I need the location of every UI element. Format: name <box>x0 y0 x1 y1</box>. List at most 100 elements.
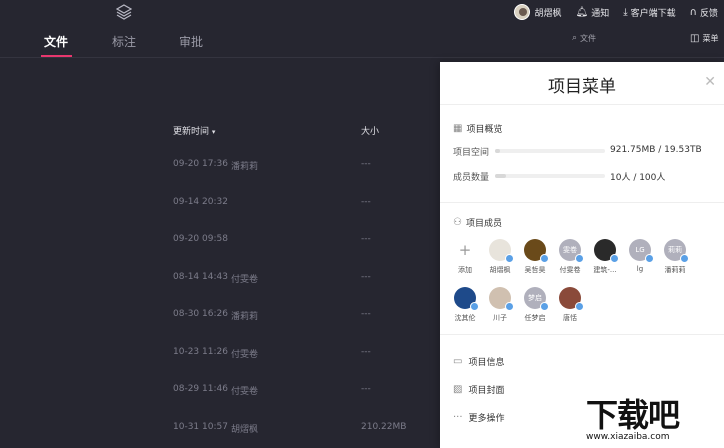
column-header-size[interactable]: 大小 <box>361 124 379 137</box>
table-row[interactable]: 09-20 09:58 --- <box>173 234 433 248</box>
table-row[interactable]: 10-23 11:26 付雯卷 --- <box>173 347 433 361</box>
member-name: 建筑-... <box>593 266 617 274</box>
image-icon: ▨ <box>453 384 463 395</box>
project-cover-item[interactable]: ▨ 项目封面 <box>453 383 504 396</box>
members-count-value: 10人 / 100人 <box>610 173 666 183</box>
more-actions-item[interactable]: ··· 更多操作 <box>453 411 505 424</box>
row-user: 潘莉莉 <box>231 162 259 172</box>
column-header-updated-label: 更新时间 <box>173 127 210 137</box>
member-badge-icon <box>540 254 549 263</box>
member-name: lg <box>636 265 644 273</box>
feedback-label: 反馈 <box>699 8 718 19</box>
space-value: 921.75MB / 19.53TB <box>610 145 702 155</box>
table-row[interactable]: 08-29 11:46 付雯卷 --- <box>173 384 433 398</box>
avatar: 梦启 <box>524 287 549 311</box>
row-time: 08-30 16:26 <box>173 309 228 319</box>
divider <box>440 202 724 203</box>
close-icon[interactable]: ✕ <box>704 74 716 90</box>
project-info-label: 项目信息 <box>468 358 505 368</box>
sort-down-icon: ▾ <box>211 128 216 136</box>
top-bar: 胡熠枫 🔔︎ 通知 ⤓ 客户端下载 ∩ 反馈 <box>0 0 724 24</box>
bell-icon: 🔔︎ <box>575 6 589 18</box>
member-item[interactable]: 唐恬 <box>550 287 590 323</box>
search-icon: ⌕ <box>572 33 578 43</box>
watermark-url: www.xiazaiba.com <box>586 432 670 442</box>
row-size: --- <box>361 159 371 169</box>
menu-button[interactable]: ◫ 菜单 <box>690 33 718 44</box>
folder-icon: ▭ <box>453 356 463 367</box>
watermark-text: 下载吧 <box>586 396 680 434</box>
member-item[interactable]: 胡熠枫 <box>480 239 520 275</box>
member-badge-icon <box>680 254 689 263</box>
member-badge-icon <box>505 254 514 263</box>
search-input[interactable]: ⌕ 文件 <box>566 29 672 47</box>
overview-title: ▦ 项目概览 <box>453 122 502 135</box>
tab-annotations[interactable]: 标注 <box>112 33 136 50</box>
avatar <box>489 287 514 311</box>
members-count-label: 成员数量 <box>453 173 490 183</box>
member-item[interactable]: 川子 <box>480 287 520 323</box>
members-progress-bar <box>495 174 605 178</box>
row-time: 09-20 09:58 <box>173 234 228 244</box>
members-title-label: 项目成员 <box>465 219 502 229</box>
member-badge-icon <box>505 302 514 311</box>
space-progress-fill <box>495 149 501 153</box>
feedback-button[interactable]: ∩ 反馈 <box>690 6 718 19</box>
space-label: 项目空间 <box>453 148 490 158</box>
avatar <box>559 287 584 311</box>
panel-title: 项目菜单 <box>548 77 616 97</box>
member-item[interactable]: 吴哲昊 <box>515 239 555 275</box>
row-time: 10-23 11:26 <box>173 346 228 357</box>
avatar <box>489 239 514 263</box>
avatar: 雯卷 <box>559 239 584 263</box>
member-item[interactable]: 建筑-... <box>585 239 625 275</box>
notify-button[interactable]: 🔔︎ 通知 <box>576 6 610 19</box>
member-item[interactable]: 沈其伦 <box>445 287 485 323</box>
divider <box>440 334 724 335</box>
overview-title-label: 项目概览 <box>466 125 503 135</box>
table-row[interactable]: 09-14 20:32 --- <box>173 197 433 211</box>
table-row[interactable]: 08-30 16:26 潘莉莉 --- <box>173 309 433 323</box>
avatar <box>524 239 549 263</box>
add-member-button[interactable]: + 添加 <box>445 239 485 275</box>
client-download-label: 客户端下载 <box>630 8 676 19</box>
avatar: LG <box>629 239 654 263</box>
avatar: 莉莉 <box>664 239 689 263</box>
row-size: --- <box>361 346 371 357</box>
member-item[interactable]: 雯卷 付雯卷 <box>550 239 590 275</box>
member-item[interactable]: 梦启 任梦启 <box>515 287 555 323</box>
member-name: 川子 <box>493 314 507 322</box>
avatar <box>514 4 531 20</box>
headset-icon: ∩ <box>689 6 697 18</box>
row-time: 09-20 17:36 <box>173 159 228 169</box>
menu-label: 菜单 <box>702 34 719 43</box>
avatar-initials: 梦启 <box>528 294 542 302</box>
member-name: 胡熠枫 <box>489 266 511 274</box>
member-badge-icon <box>470 302 479 311</box>
app-logo-icon[interactable] <box>116 4 132 20</box>
member-name: 唐恬 <box>563 314 577 322</box>
column-header-updated[interactable]: 更新时间 ▾ <box>173 124 215 137</box>
table-row[interactable]: 10-31 10:57 胡熠枫 210.22MB <box>173 422 433 436</box>
member-item[interactable]: 莉莉 潘莉莉 <box>655 239 695 275</box>
row-user: 潘莉莉 <box>231 312 259 322</box>
member-name: 沈其伦 <box>454 314 476 322</box>
row-time: 10-31 10:57 <box>173 421 228 432</box>
watermark: 下载吧 www.xiazaiba.com <box>586 390 724 448</box>
plus-icon: + <box>458 241 472 259</box>
members-title: ⚇ 项目成员 <box>453 216 502 229</box>
avatar <box>454 287 479 311</box>
notify-label: 通知 <box>591 8 610 19</box>
tab-approvals[interactable]: 审批 <box>179 33 203 50</box>
table-row[interactable]: 09-20 17:36 潘莉莉 --- <box>173 159 433 173</box>
tab-files[interactable]: 文件 <box>44 33 68 50</box>
member-item[interactable]: LG lg <box>620 239 660 273</box>
row-size: --- <box>361 234 371 244</box>
project-cover-label: 项目封面 <box>468 386 505 396</box>
search-placeholder: 文件 <box>580 33 597 43</box>
project-info-item[interactable]: ▭ 项目信息 <box>453 355 504 368</box>
client-download-button[interactable]: ⤓ 客户端下载 <box>623 6 675 19</box>
row-size: --- <box>361 309 371 319</box>
table-row[interactable]: 08-14 14:43 付雯卷 --- <box>173 272 433 286</box>
user-menu[interactable]: 胡熠枫 <box>514 4 562 20</box>
